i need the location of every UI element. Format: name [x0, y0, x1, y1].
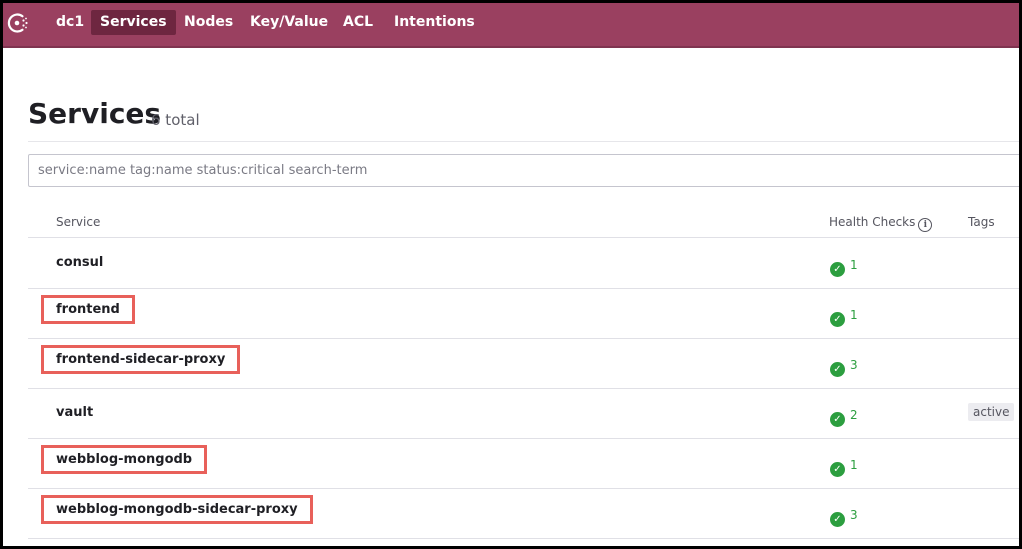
service-name-link[interactable]: consul	[56, 255, 103, 270]
table-row[interactable]: frontend ✓ 1	[28, 288, 1019, 339]
health-checks-header-label: Health Checks	[829, 215, 916, 229]
health-check-count: 3	[850, 358, 858, 372]
table-row[interactable]: vault ✓ 2 active	[28, 388, 1019, 439]
table-row[interactable]: webblog-mongodb ✓ 1	[28, 438, 1019, 489]
health-check-status: ✓ 3	[830, 508, 858, 527]
column-header-tags: Tags	[968, 215, 995, 229]
nav-item-key-value[interactable]: Key/Value	[241, 10, 337, 35]
check-circle-icon: ✓	[830, 462, 845, 477]
check-circle-icon: ✓	[830, 412, 845, 427]
service-name-link[interactable]: frontend-sidecar-proxy	[40, 345, 241, 374]
title-divider	[28, 141, 1019, 142]
health-check-status: ✓ 1	[830, 258, 858, 277]
search-input[interactable]	[28, 154, 1019, 187]
health-check-status: ✓ 1	[830, 458, 858, 477]
table-row[interactable]: consul ✓ 1	[28, 238, 1019, 289]
nav-item-services[interactable]: Services	[91, 10, 176, 35]
health-check-count: 1	[850, 308, 858, 322]
health-check-count: 1	[850, 458, 858, 472]
info-icon[interactable]: i	[918, 218, 933, 232]
table-row[interactable]: frontend-sidecar-proxy ✓ 3	[28, 338, 1019, 389]
app-frame: dc1 Services Nodes Key/Value ACL Intenti…	[3, 3, 1019, 546]
datacenter-selector[interactable]: dc1	[47, 10, 93, 35]
page-title: Services	[28, 97, 162, 130]
service-count: 6 total	[151, 111, 200, 129]
check-circle-icon: ✓	[830, 512, 845, 527]
nav-item-acl[interactable]: ACL	[334, 10, 382, 35]
service-name-link[interactable]: webblog-mongodb	[40, 445, 208, 474]
check-circle-icon: ✓	[830, 362, 845, 377]
health-check-count: 3	[850, 508, 858, 522]
column-header-health-checks: Health Checks i	[829, 215, 933, 232]
top-navigation: dc1 Services Nodes Key/Value ACL Intenti…	[3, 3, 1019, 48]
health-check-status: ✓ 3	[830, 358, 858, 377]
service-name-link[interactable]: vault	[56, 405, 93, 420]
service-name-link[interactable]: frontend	[41, 295, 135, 324]
health-check-count: 2	[850, 408, 858, 422]
health-check-status: ✓ 1	[830, 308, 858, 327]
column-header-service[interactable]: Service	[56, 215, 100, 229]
service-name-link[interactable]: webblog-mongodb-sidecar-proxy	[41, 495, 313, 524]
nav-item-nodes[interactable]: Nodes	[175, 10, 242, 35]
health-check-count: 1	[850, 258, 858, 272]
table-row[interactable]: webblog-mongodb-sidecar-proxy ✓ 3	[28, 488, 1019, 539]
check-circle-icon: ✓	[830, 312, 845, 327]
health-check-status: ✓ 2	[830, 408, 858, 427]
consul-logo-icon[interactable]	[7, 12, 29, 34]
service-tag: active	[968, 403, 1015, 421]
nav-item-intentions[interactable]: Intentions	[385, 10, 484, 35]
check-circle-icon: ✓	[830, 262, 845, 277]
